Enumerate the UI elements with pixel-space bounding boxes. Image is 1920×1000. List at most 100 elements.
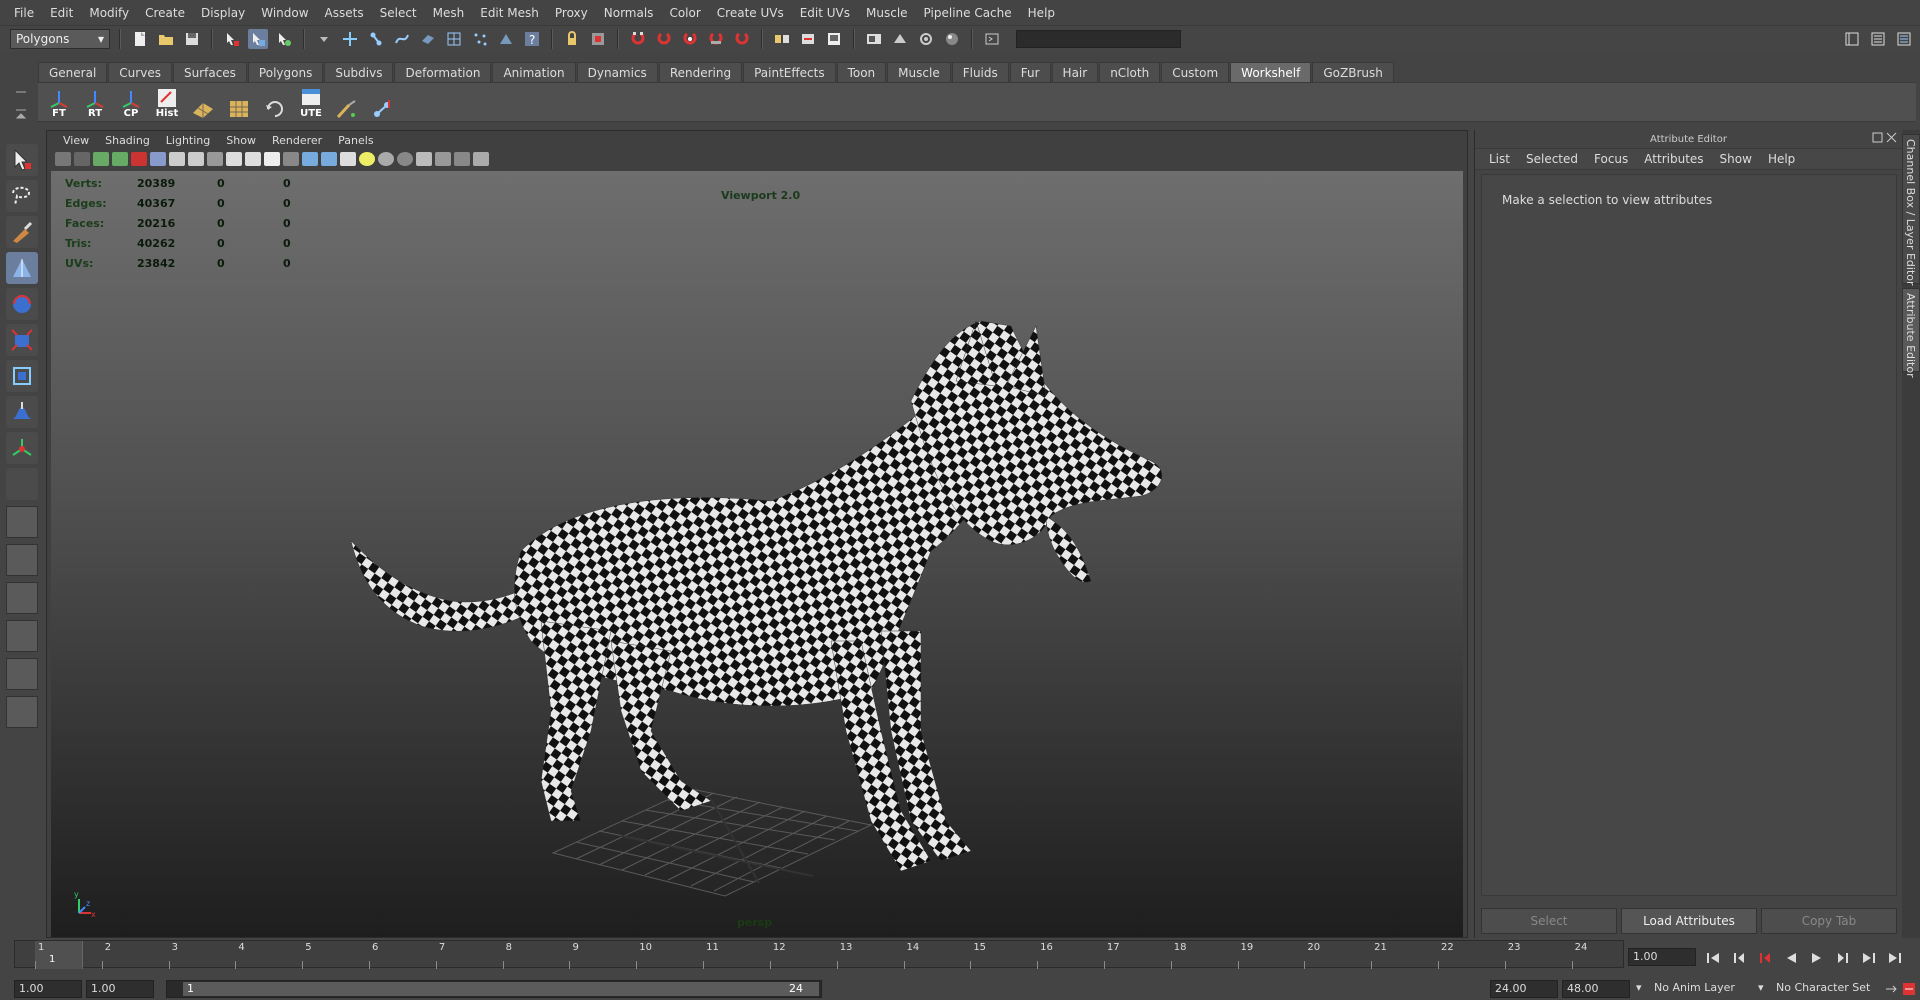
attribute-menu-attributes[interactable]: Attributes [1636, 152, 1711, 166]
menu-normals[interactable]: Normals [596, 6, 662, 20]
shelf-tab-hair[interactable]: Hair [1051, 62, 1099, 82]
grid-icon[interactable] [150, 152, 166, 166]
menu-pipeline-cache[interactable]: Pipeline Cache [916, 6, 1020, 20]
attribute-menu-selected[interactable]: Selected [1518, 152, 1586, 166]
highlight-selection-icon[interactable] [588, 29, 608, 49]
xray-icon[interactable] [435, 152, 451, 166]
smooth-shade-icon[interactable] [302, 152, 318, 166]
use-all-lights-icon[interactable] [359, 152, 375, 166]
time-slider[interactable]: 1 1 2 3 4 5 6 7 8 9 10 11 12 13 14 15 16 17 18 19 20 21 22 23 2… [14, 940, 1624, 969]
scale-tool-icon[interactable] [6, 324, 38, 356]
character-set-label[interactable]: No Character Set [1776, 981, 1870, 994]
layout-persp-graph-outliner-icon[interactable] [6, 696, 38, 728]
snap-live-icon[interactable] [732, 29, 752, 49]
layout-single-persp-icon[interactable] [6, 506, 38, 538]
shelf-tab-general[interactable]: General [38, 62, 108, 82]
save-scene-icon[interactable] [182, 29, 202, 49]
hypershade-icon[interactable] [942, 29, 962, 49]
menu-help[interactable]: Help [1020, 6, 1063, 20]
step-forward-frame-icon[interactable] [1832, 948, 1854, 968]
select-component-icon[interactable] [274, 29, 294, 49]
shelf-button-ute[interactable]: UTE [296, 85, 326, 119]
select-deformations-icon[interactable] [444, 29, 464, 49]
wireframe-icon[interactable] [283, 152, 299, 166]
shelf-tab-subdivs[interactable]: Subdivs [324, 62, 394, 82]
command-mode-icon[interactable] [982, 29, 1002, 49]
toggle-attribute-editor-icon[interactable] [1868, 29, 1888, 49]
menu-create[interactable]: Create [137, 6, 193, 20]
select-button[interactable]: Select [1481, 908, 1617, 934]
range-slider-handle[interactable] [183, 982, 819, 996]
tab-attribute-editor[interactable]: Attribute Editor [1902, 288, 1920, 378]
step-back-key-icon[interactable] [1728, 948, 1750, 968]
two-d-pan-zoom-icon[interactable] [131, 152, 147, 166]
help-icon[interactable]: ? [522, 29, 542, 49]
copy-tab-button[interactable]: Copy Tab [1761, 908, 1897, 934]
shelf-button-ft[interactable]: FT [44, 85, 74, 119]
shelf-tab-fluids[interactable]: Fluids [951, 62, 1009, 82]
shelf-tab-dynamics[interactable]: Dynamics [576, 62, 658, 82]
select-tool-icon[interactable] [6, 144, 38, 176]
lasso-tool-icon[interactable] [6, 180, 38, 212]
open-scene-icon[interactable] [156, 29, 176, 49]
viewport-menu-lighting[interactable]: Lighting [158, 134, 218, 147]
select-dynamics-icon[interactable] [470, 29, 490, 49]
film-gate-icon[interactable] [169, 152, 185, 166]
shelf-button-uv-grid[interactable] [224, 85, 254, 119]
ipr-render-icon[interactable] [890, 29, 910, 49]
shelf-button-rt[interactable]: RT [80, 85, 110, 119]
new-scene-icon[interactable] [130, 29, 150, 49]
safe-title-icon[interactable] [264, 152, 280, 166]
shelf-button-hist[interactable]: Hist [152, 85, 182, 119]
last-tool-icon[interactable] [6, 468, 38, 500]
play-backwards-icon[interactable] [1780, 948, 1802, 968]
select-hierarchy-icon[interactable] [222, 29, 242, 49]
shelf-tab-muscle[interactable]: Muscle [887, 62, 951, 82]
viewport-menu-panels[interactable]: Panels [330, 134, 381, 147]
range-slider[interactable]: 1 24 [166, 980, 822, 998]
screen-space-ao-icon[interactable] [397, 152, 413, 166]
viewport-persp[interactable]: Verts: 20389 0 0 Edges: 40367 0 0 Faces: 20216 0 0 T… [51, 171, 1463, 937]
auto-key-icon[interactable] [1884, 982, 1898, 996]
soft-modification-icon[interactable] [6, 396, 38, 428]
step-back-frame-icon[interactable] [1754, 948, 1776, 968]
menu-window[interactable]: Window [253, 6, 316, 20]
paint-select-tool-icon[interactable] [6, 216, 38, 248]
shelf-tab-polygons[interactable]: Polygons [247, 62, 324, 82]
step-forward-key-icon[interactable] [1858, 948, 1880, 968]
chevron-down-icon[interactable] [314, 29, 334, 49]
select-object-icon[interactable] [248, 29, 268, 49]
shelf-button-brush[interactable] [332, 85, 362, 119]
construction-history-icon[interactable] [798, 29, 818, 49]
menu-select[interactable]: Select [372, 6, 425, 20]
float-close-icon[interactable] [1872, 132, 1898, 144]
menu-muscle[interactable]: Muscle [858, 6, 916, 20]
xray-joints-icon[interactable] [454, 152, 470, 166]
xray-components-icon[interactable] [473, 152, 489, 166]
shelf-button-uv-planar[interactable] [188, 85, 218, 119]
go-to-start-icon[interactable] [1702, 948, 1724, 968]
viewport-menu-show[interactable]: Show [218, 134, 264, 147]
snap-view-plane-icon[interactable] [706, 29, 726, 49]
show-manipulator-icon[interactable] [6, 432, 38, 464]
playback-end-field[interactable]: 24.00 [1490, 980, 1558, 998]
snap-grid-icon[interactable] [628, 29, 648, 49]
shelf-button-cp[interactable]: CP [116, 85, 146, 119]
resolution-gate-icon[interactable] [188, 152, 204, 166]
shelf-button-joint[interactable] [368, 85, 398, 119]
menu-file[interactable]: File [6, 6, 42, 20]
character-set-dropdown-chevron[interactable]: ▾ [1758, 981, 1764, 994]
animation-end-field[interactable]: 48.00 [1562, 980, 1630, 998]
current-time-field[interactable]: 1.00 [1628, 948, 1696, 966]
render-view-icon[interactable] [824, 29, 844, 49]
go-to-end-icon[interactable] [1884, 948, 1906, 968]
menu-color[interactable]: Color [661, 6, 708, 20]
textured-icon[interactable] [340, 152, 356, 166]
camera-attributes-icon[interactable] [74, 152, 90, 166]
universal-manipulator-icon[interactable] [6, 360, 38, 392]
menu-display[interactable]: Display [193, 6, 253, 20]
snap-point-icon[interactable] [680, 29, 700, 49]
lock-icon[interactable] [562, 29, 582, 49]
shelf-button-refresh[interactable] [260, 85, 290, 119]
select-handles-icon[interactable] [340, 29, 360, 49]
